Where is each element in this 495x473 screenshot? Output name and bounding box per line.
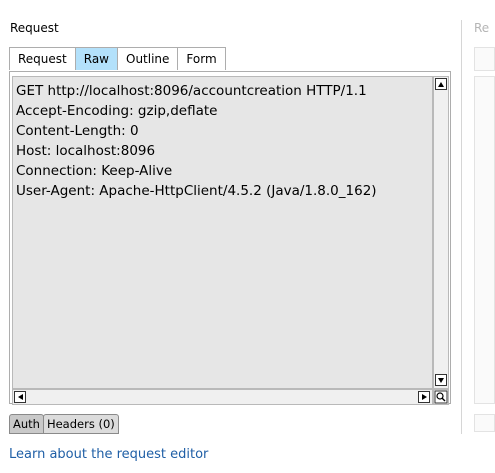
tab-request[interactable]: Request xyxy=(9,47,76,70)
tab-raw[interactable]: Raw xyxy=(74,47,118,70)
editor-line: Accept-Encoding: gzip,deflate xyxy=(16,103,218,119)
editor-line: Connection: Keep-Alive xyxy=(16,163,173,179)
editor-line: Content-Length: 0 xyxy=(16,123,139,139)
editor-line: User-Agent: Apache-HttpClient/4.5.2 (Jav… xyxy=(16,183,377,199)
tab-form[interactable]: Form xyxy=(177,47,226,70)
panel-splitter[interactable] xyxy=(461,20,462,434)
tab-outline[interactable]: Outline xyxy=(117,47,179,70)
scroll-left-icon xyxy=(18,394,23,400)
vertical-scrollbar[interactable] xyxy=(433,76,449,389)
scroll-down-icon xyxy=(438,378,444,383)
response-bottom-tab xyxy=(474,414,495,432)
scroll-up-button[interactable] xyxy=(435,78,447,90)
editor-tabs: Request Raw Outline Form xyxy=(9,47,226,71)
editor-line: Host: localhost:8096 xyxy=(16,143,156,159)
learn-request-editor-link[interactable]: Learn about the request editor xyxy=(9,447,208,462)
response-tab xyxy=(474,47,495,71)
horizontal-scrollbar[interactable] xyxy=(12,389,433,405)
scroll-down-button[interactable] xyxy=(435,374,447,386)
zoom-button[interactable] xyxy=(433,389,449,405)
scroll-left-button[interactable] xyxy=(14,391,26,403)
editor-line: GET http://localhost:8096/accountcreatio… xyxy=(16,83,367,99)
raw-request-editor[interactable]: GET http://localhost:8096/accountcreatio… xyxy=(12,76,433,389)
response-panel-title: Re xyxy=(474,21,490,35)
tab-auth[interactable]: Auth xyxy=(9,414,44,434)
scroll-right-icon xyxy=(422,394,427,400)
zoom-icon xyxy=(434,390,448,404)
panel-title: Request xyxy=(10,21,59,35)
tab-headers[interactable]: Headers (0) xyxy=(42,414,119,434)
response-editor xyxy=(474,76,495,404)
scroll-right-button[interactable] xyxy=(418,391,430,403)
inspector-tabs: Auth Headers (0) xyxy=(9,414,119,434)
scroll-up-icon xyxy=(438,82,444,87)
